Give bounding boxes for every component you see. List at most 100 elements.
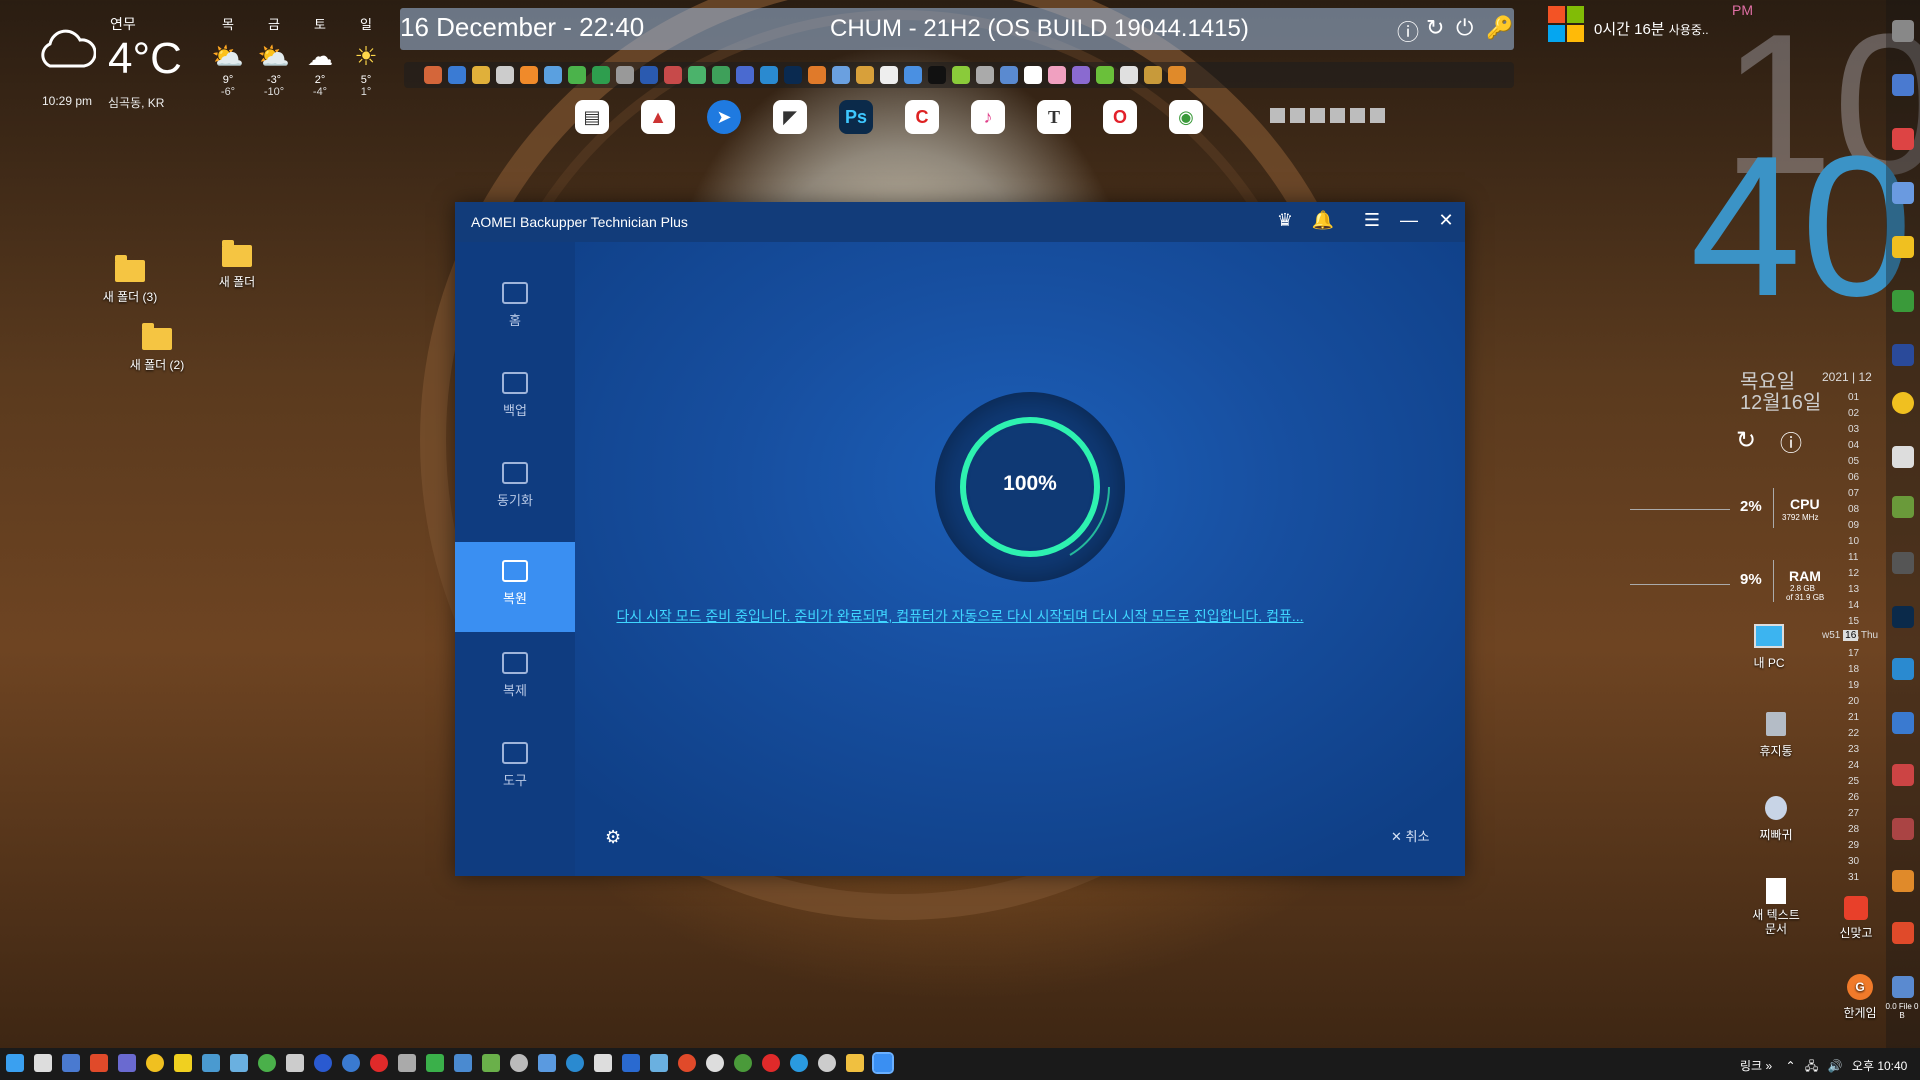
launcher-icon[interactable] [1892, 182, 1914, 204]
taskbar-app-icon[interactable] [314, 1054, 332, 1072]
aomei-taskbar-icon[interactable] [872, 1052, 894, 1074]
ccleaner-icon[interactable]: C [905, 100, 939, 134]
launcher-icon[interactable] [1892, 128, 1914, 150]
taskbar-app-icon[interactable] [678, 1054, 696, 1072]
app-icon[interactable] [928, 66, 946, 84]
taskbar-app-icon[interactable] [818, 1054, 836, 1072]
app-icon[interactable] [1072, 66, 1090, 84]
launcher-icon[interactable] [1892, 922, 1914, 944]
app-icon[interactable] [856, 66, 874, 84]
app-icon[interactable] [424, 66, 442, 84]
desktop-folder[interactable]: 새 폴더 [187, 240, 287, 290]
launcher-icon[interactable] [1892, 712, 1914, 734]
app-icon[interactable] [760, 66, 778, 84]
photoshop-icon[interactable]: Ps [839, 100, 873, 134]
desktop-folder-3[interactable]: 새 폴더 (3) [80, 255, 180, 305]
launcher-icon[interactable] [1892, 344, 1914, 366]
chrome-icon[interactable]: ◉ [1169, 100, 1203, 134]
taskbar-app-icon[interactable] [538, 1054, 556, 1072]
launcher-icon[interactable] [1892, 870, 1914, 892]
chevron-icon[interactable]: » [1765, 1059, 1772, 1073]
app-icon[interactable] [808, 66, 826, 84]
bell-icon[interactable]: 🔔 [1311, 210, 1335, 231]
opera-icon[interactable] [762, 1054, 780, 1072]
app-icon[interactable] [616, 66, 634, 84]
photoshop-icon[interactable] [1892, 606, 1914, 628]
app-icon[interactable] [976, 66, 994, 84]
app-icon[interactable] [496, 66, 514, 84]
app-icon[interactable] [712, 66, 730, 84]
menu-icon[interactable]: ☰ [1360, 210, 1384, 231]
arrow-app-icon[interactable]: ➤ [707, 100, 741, 134]
cancel-button[interactable]: ✕ 취소 [1391, 826, 1429, 845]
typora-icon[interactable]: T [1037, 100, 1071, 134]
app-icon[interactable] [568, 66, 586, 84]
app-icon[interactable] [592, 66, 610, 84]
app-icon[interactable] [448, 66, 466, 84]
app-icon[interactable] [1168, 66, 1186, 84]
taskbar-app-icon[interactable] [258, 1054, 276, 1072]
launcher-icon[interactable] [1892, 658, 1914, 680]
launcher-icon[interactable] [1892, 20, 1914, 42]
nav-item-backup[interactable]: 백업 [455, 354, 575, 440]
power-info-icon[interactable]: ⓘ [1397, 15, 1419, 47]
app-icon[interactable] [1048, 66, 1066, 84]
taskbar-app-icon[interactable] [90, 1054, 108, 1072]
app-icon[interactable] [688, 66, 706, 84]
chrome-icon[interactable] [734, 1054, 752, 1072]
app-icon[interactable] [952, 66, 970, 84]
nav-item-tools[interactable]: 도구 [455, 724, 575, 810]
taskbar-app-icon[interactable] [62, 1054, 80, 1072]
launcher-icon[interactable] [1892, 496, 1914, 518]
music-icon[interactable]: ♪ [971, 100, 1005, 134]
launcher-icon[interactable] [1892, 976, 1914, 998]
desktop-my-pc[interactable]: 내 PC [1719, 624, 1819, 671]
file-explorer-icon[interactable] [846, 1054, 864, 1072]
info-icon[interactable]: ⓘ [1780, 426, 1802, 458]
restore-status-message[interactable]: 다시 시작 모드 준비 중입니다. 준비가 완료되면, 컴퓨터가 자동으로 다시… [485, 606, 1435, 626]
taskbar-app-icon[interactable] [454, 1054, 472, 1072]
opera-icon[interactable]: O [1103, 100, 1137, 134]
desktop-jjippa[interactable]: 찌빠귀 [1726, 796, 1826, 843]
links-toolbar-label[interactable]: 링크 [1740, 1059, 1762, 1073]
app-icon[interactable] [1000, 66, 1018, 84]
launcher-icon[interactable] [1892, 818, 1914, 840]
app-icon[interactable] [1144, 66, 1162, 84]
taskbar-app-icon[interactable] [34, 1054, 52, 1072]
close-button[interactable]: ✕ [1434, 210, 1458, 231]
launcher-icon[interactable] [1892, 74, 1914, 96]
photoshop-icon[interactable] [784, 66, 802, 84]
minimize-button[interactable]: — [1397, 210, 1421, 231]
app-icon[interactable] [904, 66, 922, 84]
desktop-folder-2[interactable]: 새 폴더 (2) [107, 323, 207, 373]
launcher-icon[interactable] [1892, 446, 1914, 468]
app-icon[interactable] [544, 66, 562, 84]
key-icon[interactable]: 🔑 [1486, 15, 1513, 41]
app-icon[interactable] [1120, 66, 1138, 84]
taskbar-app-icon[interactable] [594, 1054, 612, 1072]
refresh-icon[interactable]: ↻ [1736, 426, 1756, 455]
app-icon[interactable] [832, 66, 850, 84]
scanner-icon[interactable]: ▤ [575, 100, 609, 134]
gear-icon[interactable]: ⚙ [605, 827, 621, 848]
taskbar-app-icon[interactable] [146, 1054, 164, 1072]
launcher-icon[interactable] [1892, 392, 1914, 414]
taskbar-app-icon[interactable] [622, 1054, 640, 1072]
nav-item-home[interactable]: 홈 [455, 264, 575, 350]
app-icon[interactable] [664, 66, 682, 84]
taskbar-app-icon[interactable] [510, 1054, 528, 1072]
launcher-icon[interactable] [1892, 552, 1914, 574]
app-icon[interactable] [520, 66, 538, 84]
taskbar-app-icon[interactable] [230, 1054, 248, 1072]
taskbar-app-icon[interactable] [286, 1054, 304, 1072]
network-icon[interactable]: 🖧 [1805, 1059, 1818, 1073]
taskbar-app-icon[interactable] [706, 1054, 724, 1072]
crown-icon[interactable]: ♛ [1273, 210, 1297, 231]
app-icon[interactable] [1096, 66, 1114, 84]
nav-item-clone[interactable]: 복제 [455, 634, 575, 720]
taskbar-clock[interactable]: 오후 10:40 [1852, 1059, 1907, 1073]
power-icon[interactable]: ⏻ [1456, 15, 1473, 41]
tray-up-arrow-icon[interactable]: ⌃ [1785, 1059, 1795, 1073]
app-icon[interactable] [640, 66, 658, 84]
feather-app-icon[interactable]: ◤ [773, 100, 807, 134]
